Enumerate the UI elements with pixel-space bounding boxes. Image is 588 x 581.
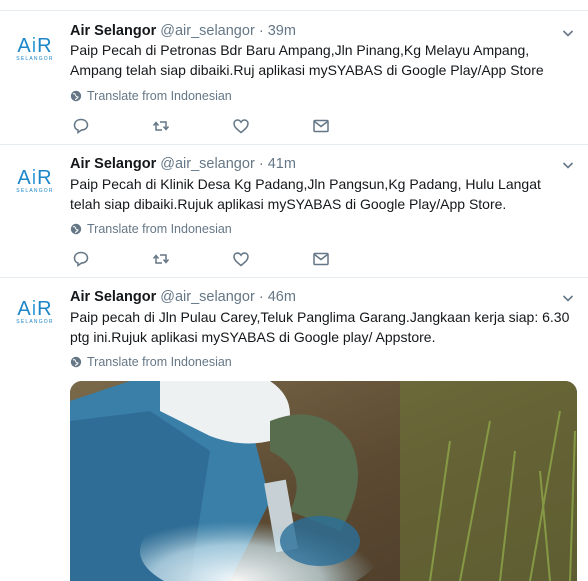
tweet-header: Air Selangor @air_selangor · 39m xyxy=(70,22,296,40)
display-name[interactable]: Air Selangor xyxy=(70,23,156,39)
reply-icon[interactable] xyxy=(72,117,90,135)
globe-icon xyxy=(70,356,82,368)
user-handle[interactable]: @air_selangor xyxy=(160,23,255,39)
message-icon[interactable] xyxy=(312,117,330,135)
photo-worker-pipe-burst xyxy=(70,381,577,581)
tweet-feed: AiR SELANGOR Air Selangor @air_selangor … xyxy=(0,0,588,581)
tweet-header: Air Selangor @air_selangor · 41m xyxy=(70,155,296,173)
tweet-timestamp[interactable]: 46m xyxy=(268,289,296,305)
translate-link[interactable]: Translate from Indonesian xyxy=(70,355,232,369)
avatar[interactable]: AiR SELANGOR xyxy=(10,287,60,337)
avatar[interactable]: AiR SELANGOR xyxy=(10,156,60,206)
translate-link[interactable]: Translate from Indonesian xyxy=(70,89,232,103)
translate-label: Translate from Indonesian xyxy=(87,355,232,369)
tweet-text-line: Paip Pecah di Petronas Bdr Baru Ampang,J… xyxy=(70,42,530,58)
tweet-text-line: Ampang telah siap dibaiki.Ruj aplikasi m… xyxy=(70,62,544,78)
tweet-text: Paip Pecah di Klinik Desa Kg Padang,Jln … xyxy=(70,174,580,214)
tweet-text: Paip pecah di Jln Pulau Carey,Teluk Pang… xyxy=(70,307,580,347)
air-selangor-logo: AiR xyxy=(17,167,53,189)
separator-dot: · xyxy=(258,289,264,305)
tweet[interactable]: AiR SELANGOR Air Selangor @air_selangor … xyxy=(0,144,588,277)
message-icon[interactable] xyxy=(312,250,330,268)
chevron-down-icon[interactable] xyxy=(562,292,574,304)
air-selangor-logo: AiR xyxy=(17,298,53,320)
display-name[interactable]: Air Selangor xyxy=(70,289,156,305)
retweet-icon[interactable] xyxy=(152,117,170,135)
avatar[interactable]: AiR SELANGOR xyxy=(10,24,60,74)
display-name[interactable]: Air Selangor xyxy=(70,156,156,172)
logo-subtitle: SELANGOR xyxy=(16,188,54,194)
tweet-text-line: ptg ini.Rujuk aplikasi mySYABAS di Googl… xyxy=(70,329,436,345)
tweet-header: Air Selangor @air_selangor · 46m xyxy=(70,288,296,306)
tweet-timestamp[interactable]: 41m xyxy=(268,156,296,172)
tweet-text-line: Paip pecah di Jln Pulau Carey,Teluk Pang… xyxy=(70,309,570,325)
tweet[interactable]: AiR SELANGOR Air Selangor @air_selangor … xyxy=(0,0,588,144)
air-selangor-logo: AiR xyxy=(17,35,53,57)
logo-subtitle: SELANGOR xyxy=(16,319,54,325)
user-handle[interactable]: @air_selangor xyxy=(160,156,255,172)
logo-subtitle: SELANGOR xyxy=(16,56,54,62)
retweet-icon[interactable] xyxy=(152,250,170,268)
tweet-text-line: telah siap dibaiki.Rujuk aplikasi mySYAB… xyxy=(70,196,507,212)
tweet-timestamp[interactable]: 39m xyxy=(268,23,296,39)
tweet-text-line: Paip Pecah di Klinik Desa Kg Padang,Jln … xyxy=(70,176,541,192)
like-icon[interactable] xyxy=(232,250,250,268)
translate-label: Translate from Indonesian xyxy=(87,89,232,103)
tweet-text: Paip Pecah di Petronas Bdr Baru Ampang,J… xyxy=(70,40,580,80)
translate-label: Translate from Indonesian xyxy=(87,222,232,236)
like-icon[interactable] xyxy=(232,117,250,135)
translate-link[interactable]: Translate from Indonesian xyxy=(70,222,232,236)
chevron-down-icon[interactable] xyxy=(562,159,574,171)
globe-icon xyxy=(70,223,82,235)
user-handle[interactable]: @air_selangor xyxy=(160,289,255,305)
reply-icon[interactable] xyxy=(72,250,90,268)
separator-dot: · xyxy=(258,156,264,172)
globe-icon xyxy=(70,90,82,102)
separator-dot: · xyxy=(258,23,264,39)
chevron-down-icon[interactable] xyxy=(562,27,574,39)
tweet-photo[interactable] xyxy=(70,381,577,581)
